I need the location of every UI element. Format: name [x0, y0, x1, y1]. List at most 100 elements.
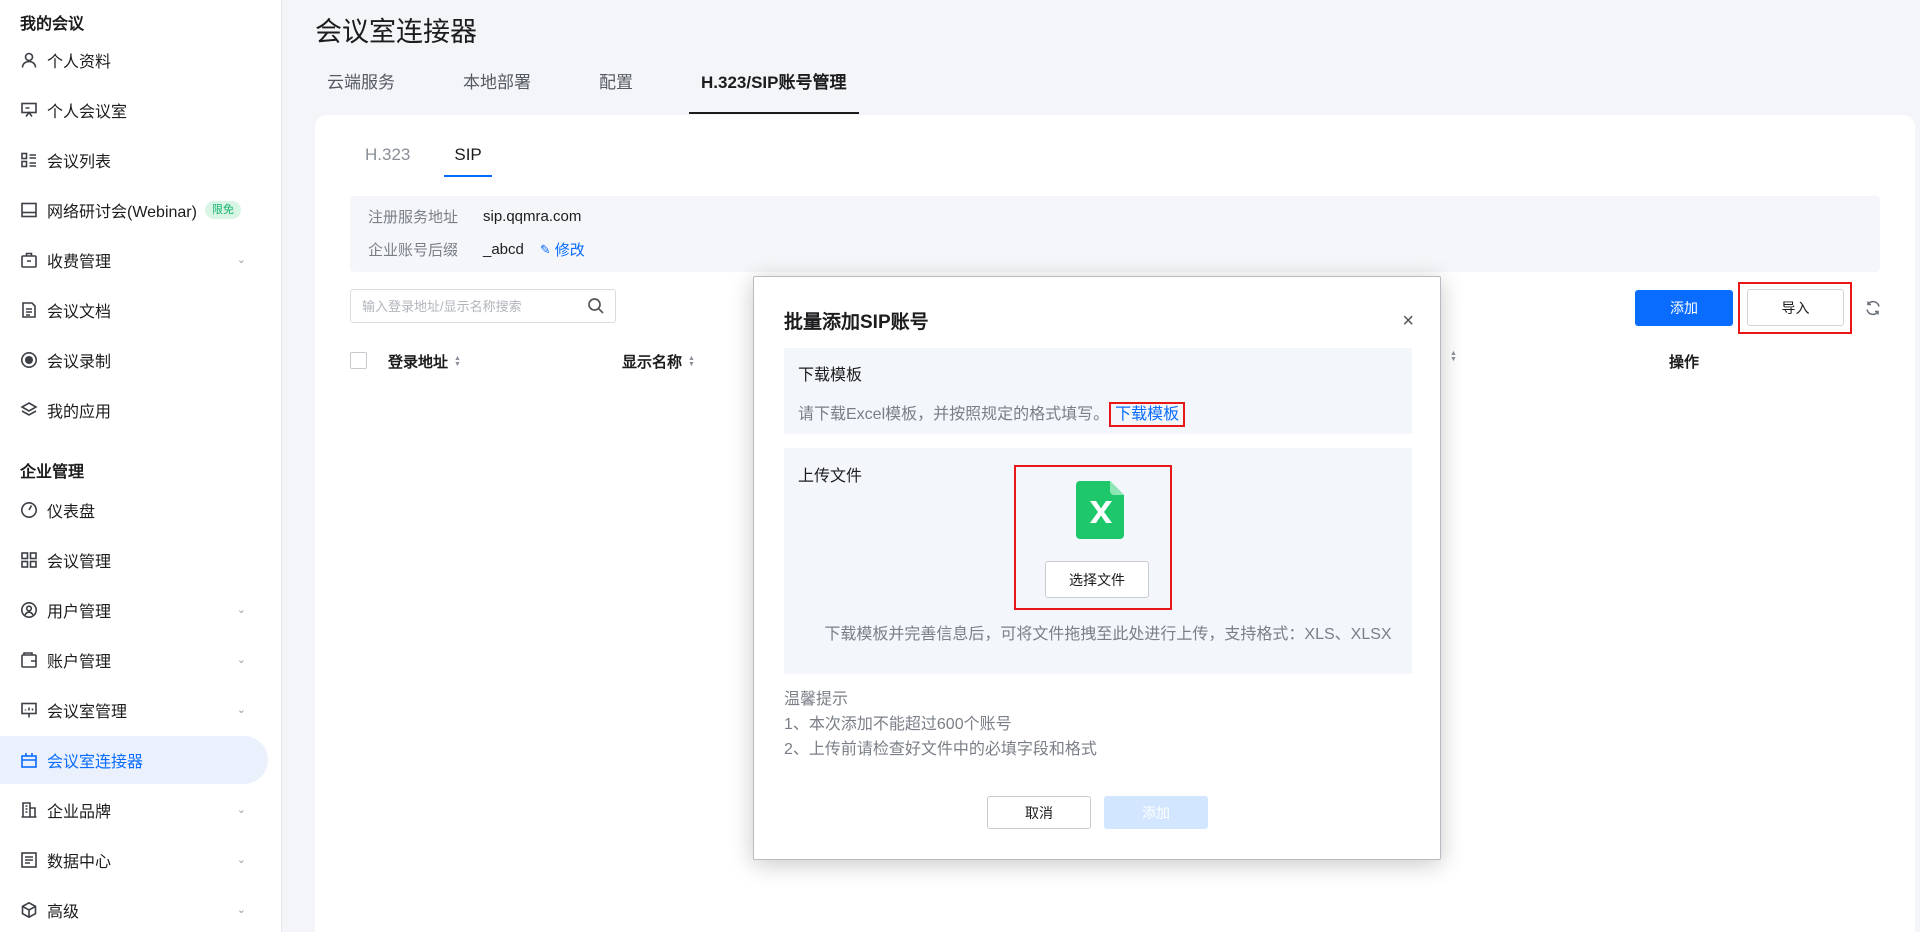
tip-item: 2、上传前请检查好文件中的必填字段和格式 — [784, 741, 1097, 758]
list-icon — [20, 151, 38, 169]
sidebar-item-user-mgmt[interactable]: 用户管理 ⌄ — [0, 586, 268, 634]
sidebar-item-label: 高级 — [47, 904, 80, 921]
page-title: 会议室连接器 — [315, 17, 477, 47]
choose-file-button[interactable]: 选择文件 — [1045, 561, 1149, 598]
column-actions: 操作 — [1669, 351, 1699, 372]
column-display-name-label: 显示名称 — [622, 354, 683, 371]
search-input[interactable] — [350, 289, 616, 323]
chevron-down-icon: ⌄ — [236, 854, 246, 866]
upload-file-section[interactable]: 上传文件 选择文件 下载模板并完善信息后，可将文件拖拽至此处进行上传，支持格式：… — [784, 448, 1412, 674]
sidebar-item-label: 会议文档 — [47, 304, 112, 321]
tip-item: 1、本次添加不能超过600个账号 — [784, 716, 1012, 733]
sidebar-item-label: 个人资料 — [47, 54, 112, 71]
user-circle-icon — [20, 601, 38, 619]
edit-suffix-link[interactable]: ✎ 修改 — [540, 239, 585, 260]
sidebar-item-data-center[interactable]: 数据中心 ⌄ — [0, 836, 268, 884]
sidebar-item-label: 收费管理 — [47, 254, 112, 271]
sidebar-item-meeting-list[interactable]: 会议列表 — [0, 136, 268, 184]
upload-section-title: 上传文件 — [798, 468, 863, 485]
account-suffix-label: 企业账号后缀 — [368, 242, 459, 259]
sidebar-item-label: 账户管理 — [47, 654, 112, 671]
sidebar-item-label: 会议室管理 — [47, 704, 128, 721]
server-address-value: sip.qqmra.com — [483, 208, 582, 225]
monitor-icon — [20, 201, 38, 219]
sip-info-box: 注册服务地址 sip.qqmra.com 企业账号后缀 _abcd ✎ 修改 — [350, 196, 1880, 272]
building-icon — [20, 801, 38, 819]
column-actions-label: 操作 — [1669, 354, 1700, 371]
sort-icon[interactable]: ▲ ▼ — [688, 355, 695, 368]
import-button[interactable]: 导入 — [1747, 289, 1844, 326]
presentation-icon — [20, 101, 38, 119]
screen-icon — [20, 701, 38, 719]
sidebar-item-room-mgmt[interactable]: 会议室管理 ⌄ — [0, 686, 268, 734]
server-address-label: 注册服务地址 — [368, 209, 459, 226]
sidebar-item-documents[interactable]: 会议文档 — [0, 286, 268, 334]
sidebar-item-branding[interactable]: 企业品牌 ⌄ — [0, 786, 268, 834]
sidebar-item-label: 会议录制 — [47, 354, 112, 371]
download-section-title: 下载模板 — [798, 367, 863, 384]
sidebar-item-label: 会议室连接器 — [47, 754, 144, 771]
close-icon[interactable]: × — [1402, 311, 1414, 331]
briefcase-icon — [20, 251, 38, 269]
data-icon — [20, 851, 38, 869]
sidebar-item-label: 网络研讨会(Webinar) — [47, 204, 197, 221]
column-hidden-sort[interactable]: ▲ ▼ — [1444, 350, 1457, 363]
tab-cloud-service[interactable]: 云端服务 — [315, 60, 407, 104]
batch-add-sip-dialog: 批量添加SIP账号 × 下载模板 请下载Excel模板，并按照规定的格式填写。下… — [753, 276, 1441, 860]
column-login-address-label: 登录地址 — [388, 354, 449, 371]
layers-icon — [20, 401, 38, 419]
sidebar-item-dashboard[interactable]: 仪表盘 — [0, 486, 268, 534]
sidebar-item-recording[interactable]: 会议录制 — [0, 336, 268, 384]
chevron-down-icon: ⌄ — [236, 704, 246, 716]
download-description-text: 请下载Excel模板，并按照规定的格式填写。 — [798, 406, 1110, 423]
tab-local-deploy[interactable]: 本地部署 — [451, 60, 543, 104]
cube-icon — [20, 901, 38, 919]
document-icon — [20, 301, 38, 319]
account-suffix-value: _abcd — [483, 241, 524, 258]
download-template-link[interactable]: 下载模板 — [1109, 402, 1186, 427]
pencil-icon: ✎ — [539, 241, 551, 257]
tab-account-mgmt[interactable]: H.323/SIP账号管理 — [689, 60, 859, 114]
sort-icon[interactable]: ▲ ▼ — [1450, 350, 1457, 363]
sidebar-section-enterprise: 企业管理 — [20, 464, 85, 481]
sidebar-item-label: 数据中心 — [47, 854, 112, 871]
subtab-h323[interactable]: H.323 — [355, 145, 420, 177]
sort-icon[interactable]: ▲ ▼ — [454, 355, 461, 368]
subtab-sip[interactable]: SIP — [444, 145, 493, 177]
dashboard-icon — [20, 501, 38, 519]
select-all-checkbox[interactable] — [350, 352, 367, 369]
sidebar-item-label: 会议管理 — [47, 554, 112, 571]
sidebar-item-account-mgmt[interactable]: 账户管理 ⌄ — [0, 636, 268, 684]
sidebar-item-advanced[interactable]: 高级 ⌄ — [0, 886, 268, 932]
chevron-down-icon: ⌄ — [236, 654, 246, 666]
sidebar-item-meeting-mgmt[interactable]: 会议管理 — [0, 536, 268, 584]
confirm-add-button[interactable]: 添加 — [1104, 796, 1208, 829]
download-description: 请下载Excel模板，并按照规定的格式填写。 下载模板 — [798, 400, 1186, 427]
chevron-down-icon: ⌄ — [236, 604, 246, 616]
column-display-name[interactable]: 显示名称 ▲ ▼ — [622, 351, 695, 372]
sidebar-item-billing[interactable]: 收费管理 ⌄ — [0, 236, 268, 284]
excel-file-icon — [1074, 481, 1126, 539]
add-button[interactable]: 添加 — [1635, 290, 1733, 326]
column-login-address[interactable]: 登录地址 ▲ ▼ — [388, 351, 461, 372]
sidebar-item-my-apps[interactable]: 我的应用 — [0, 386, 268, 434]
record-icon — [20, 351, 38, 369]
cancel-button[interactable]: 取消 — [987, 796, 1091, 829]
sidebar-item-profile[interactable]: 个人资料 — [0, 36, 268, 84]
sidebar-item-personal-room[interactable]: 个人会议室 — [0, 86, 268, 134]
connector-icon — [20, 751, 38, 769]
sidebar-item-room-connector[interactable]: 会议室连接器 — [0, 736, 268, 784]
free-badge: 限免 — [204, 201, 241, 219]
sidebar-item-label: 仪表盘 — [47, 504, 96, 521]
grid-icon — [20, 551, 38, 569]
search-icon[interactable] — [587, 297, 605, 315]
tips-title: 温馨提示 — [784, 691, 849, 708]
tab-config[interactable]: 配置 — [587, 60, 645, 104]
sidebar: 我的会议 个人资料 个人会议室 会议列表 网络研讨会(Webinar) 限免 收… — [0, 0, 282, 932]
tips-section: 温馨提示 1、本次添加不能超过600个账号 2、上传前请检查好文件中的必填字段和… — [784, 687, 1097, 762]
chevron-down-icon: ⌄ — [236, 254, 246, 266]
refresh-icon[interactable] — [1864, 299, 1882, 317]
download-template-section: 下载模板 请下载Excel模板，并按照规定的格式填写。 下载模板 — [784, 348, 1412, 434]
upload-hint: 下载模板并完善信息后，可将文件拖拽至此处进行上传，支持格式：XLS、XLSX — [824, 626, 1392, 643]
sidebar-item-webinar[interactable]: 网络研讨会(Webinar) 限免 — [0, 186, 268, 234]
